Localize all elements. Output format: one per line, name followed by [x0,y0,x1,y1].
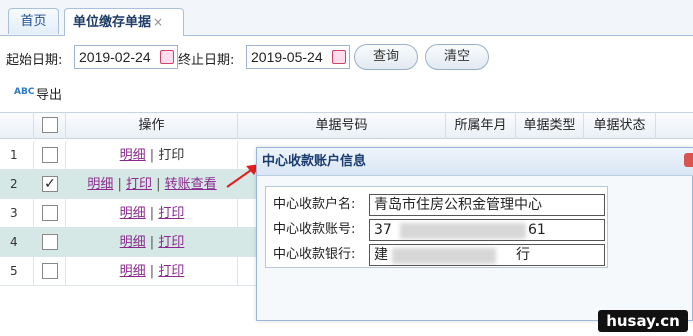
query-button[interactable]: 查询 [354,44,418,70]
calendar-icon[interactable] [332,50,346,64]
print-link[interactable]: 打印 [126,177,152,192]
column-divider [33,141,34,286]
clear-button[interactable]: 清空 [425,44,489,70]
row-operations: 明细 | 打印 [66,199,238,228]
row-checkbox[interactable] [42,147,58,163]
close-icon[interactable]: × [153,15,163,29]
payee-account-field[interactable]: 37 61 [369,219,605,241]
payee-name-label: 中心收款户名: [273,197,356,212]
row-checkbox[interactable]: ✓ [42,176,58,192]
row-checkbox[interactable] [42,205,58,221]
payee-bank-field[interactable]: 建 行 [369,244,605,266]
bank-prefix: 建 [374,247,388,263]
row-number: 2 [10,177,18,191]
row-number: 5 [10,264,18,278]
tab-home-label: 首页 [20,14,47,29]
row-checkbox[interactable] [42,234,58,250]
close-icon[interactable] [684,153,693,167]
row-number-header [0,112,34,139]
bank-suffix: 行 [516,247,530,263]
header-operations[interactable]: 操作 [66,112,238,139]
print-link[interactable]: 打印 [158,264,184,279]
row-number: 3 [10,206,18,220]
export-icon: ABC [14,87,35,97]
account-suffix: 61 [528,222,546,238]
header-year-month[interactable]: 所属年月 [446,112,516,139]
tab-label: 单位缴存单据 [73,15,152,30]
select-all-checkbox[interactable] [42,117,58,133]
row-operations: 明细 | 打印 [66,257,238,286]
watermark: husay.cn [598,310,688,332]
tab-home[interactable]: 首页 [8,8,59,34]
start-date-label: 起始日期: [6,53,63,68]
payee-account-label: 中心收款账号: [273,222,356,237]
separator: | [145,206,159,221]
dialog-title: 中心收款账户信息 [262,154,367,169]
print-link[interactable]: 打印 [158,148,184,163]
print-link[interactable]: 打印 [158,235,184,250]
payee-name-field[interactable]: 青岛市住房公积金管理中心 [369,194,605,216]
redaction-blur [400,223,526,239]
payee-bank-label: 中心收款银行: [273,247,356,262]
row-operations: 明细 | 打印 | 转账查看 [66,170,238,199]
detail-link[interactable]: 明细 [120,264,146,279]
row-checkbox[interactable] [42,263,58,279]
row-number: 4 [10,235,18,249]
detail-link[interactable]: 明细 [87,177,113,192]
header-doc-type[interactable]: 单据类型 [516,112,584,139]
export-button[interactable]: 导出 [36,84,62,103]
separator: | [145,148,159,163]
detail-link[interactable]: 明细 [120,206,146,221]
tab-unit-deposit-docs[interactable]: 单位缴存单据 × [64,8,184,36]
account-prefix: 37 [374,222,392,238]
calendar-icon[interactable] [160,50,174,64]
check-icon: ✓ [44,176,56,192]
separator: | [145,235,159,250]
redaction-blur [392,248,496,264]
row-operations: 明细 | 打印 [66,228,238,257]
detail-link[interactable]: 明细 [120,148,146,163]
header-doc-status[interactable]: 单据状态 [584,112,656,139]
row-number: 1 [10,148,18,162]
select-all-cell [34,112,66,139]
separator: | [152,177,165,192]
separator: | [113,177,126,192]
header-doc-number[interactable]: 单据号码 [238,112,446,139]
row-operations: 明细 | 打印 [66,141,238,170]
print-link[interactable]: 打印 [158,206,184,221]
transfer-view-link[interactable]: 转账查看 [165,177,217,192]
end-date-label: 终止日期: [178,53,235,68]
detail-link[interactable]: 明细 [120,235,146,250]
separator: | [145,264,159,279]
